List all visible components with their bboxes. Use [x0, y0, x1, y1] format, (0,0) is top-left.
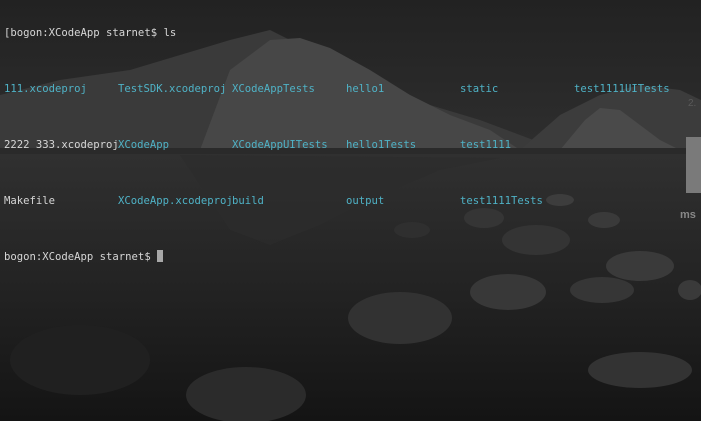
rock [588, 212, 620, 228]
listing-entry: XCodeApp [118, 139, 170, 151]
rock [678, 280, 701, 300]
listing-entry: Makefile [4, 195, 56, 207]
rock [470, 274, 546, 310]
desktop-wallpaper: 2. ms [0, 0, 701, 421]
listing-entry: XCodeAppUITests [232, 139, 328, 151]
listing-entry: output [346, 195, 385, 207]
prompt-command: [bogon:XCodeApp starnet$ ls [4, 27, 177, 39]
active-prompt-line[interactable]: bogon:XCodeApp starnet$ [4, 250, 163, 264]
listing-entry: XCodeAppTests [232, 83, 315, 95]
rock [348, 292, 452, 344]
listing-entry: test1111 [460, 139, 512, 151]
listing-row: 111.xcodeproj TestSDK.xcodeproj XCodeApp… [4, 82, 670, 96]
terminal-output[interactable]: [bogon:XCodeApp starnet$ ls 111.xcodepro… [4, 0, 670, 278]
rock [464, 208, 504, 228]
rock [394, 222, 430, 238]
listing-entry: static [460, 83, 499, 95]
rock [502, 225, 570, 255]
edge-label-ms: ms [680, 209, 696, 221]
rock [606, 251, 674, 281]
listing-entry: hello1 [346, 83, 385, 95]
listing-row: 2222 333.xcodeproj XCodeApp XCodeAppUITe… [4, 138, 511, 152]
current-prompt-text: bogon:XCodeApp starnet$ [4, 251, 151, 263]
listing-entry: test1111UITests [574, 83, 670, 95]
rock [546, 194, 574, 206]
listing-row: Makefile XCodeApp.xcodeproj build output… [4, 194, 543, 208]
listing-entry: build [232, 195, 264, 207]
rock [588, 352, 692, 388]
edge-label-top: 2. [688, 98, 696, 109]
listing-entry: TestSDK.xcodeproj [118, 83, 227, 95]
text-cursor [156, 250, 163, 262]
rock [10, 325, 150, 395]
background-window-edge [686, 137, 701, 193]
rock [186, 367, 306, 421]
listing-entry: 111.xcodeproj [4, 83, 87, 95]
command-line: [bogon:XCodeApp starnet$ ls [4, 26, 176, 40]
shell-prompt: bogon:XCodeApp starnet$ [4, 250, 163, 264]
listing-entry: XCodeApp.xcodeproj [118, 195, 233, 207]
listing-entry: test1111Tests [460, 195, 543, 207]
listing-entry: 2222 333.xcodeproj [4, 139, 119, 151]
listing-entry: hello1Tests [346, 139, 417, 151]
rock [570, 277, 634, 303]
